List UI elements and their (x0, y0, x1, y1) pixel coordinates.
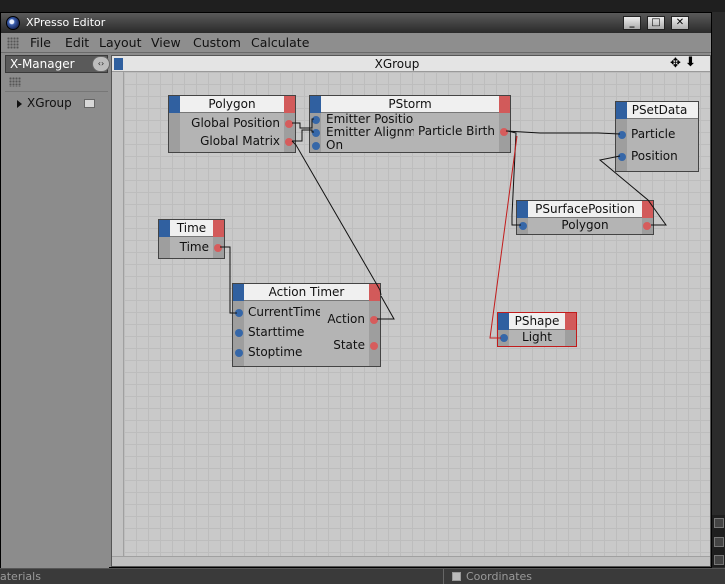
node-input-tab[interactable] (310, 96, 321, 113)
node-input-tab[interactable] (159, 220, 170, 237)
cinema4d-app-icon (6, 16, 20, 30)
panel-nav-icon[interactable]: ‹› (92, 56, 110, 72)
node-title: PShape (514, 314, 560, 328)
x-manager-tree: XGroup (5, 91, 108, 567)
title-bar[interactable]: XPresso Editor _ □ ✕ (1, 13, 711, 33)
port-starttime: Starttime (248, 325, 305, 339)
output-port-dot[interactable] (370, 316, 378, 324)
port-action: Action (327, 312, 365, 326)
arrow-down-icon[interactable]: ⬇ (685, 56, 696, 70)
background-panels: aterials Coordinates (0, 568, 725, 584)
port-position: Position (631, 149, 678, 163)
grip-icon[interactable] (9, 77, 21, 87)
port-emitter-position: Emitter Position (326, 112, 414, 126)
menu-layout[interactable]: Layout (99, 35, 142, 50)
input-port-dot[interactable] (312, 142, 320, 150)
output-port-dot[interactable] (214, 244, 222, 252)
menu-view[interactable]: View (151, 35, 181, 50)
background-scrollbar-fragment (712, 515, 725, 567)
input-port-dot[interactable] (519, 222, 527, 230)
port-particle: Particle (631, 127, 676, 141)
node-title: Action Timer (268, 285, 345, 299)
grip-icon[interactable] (7, 37, 19, 49)
node-input-tab[interactable] (517, 201, 528, 218)
node-output-tab[interactable] (499, 96, 510, 113)
group-icon (84, 99, 95, 108)
node-output-tab[interactable] (369, 284, 380, 301)
window-title: XPresso Editor (26, 16, 106, 29)
node-output-tab[interactable] (565, 313, 576, 330)
port-light: Light (522, 330, 552, 344)
port-on: On (326, 138, 344, 152)
node-psurfaceposition[interactable]: PSurfacePosition Polygon (516, 200, 654, 235)
port-polygon: Polygon (561, 218, 609, 232)
output-port-dot[interactable] (285, 138, 293, 146)
input-port-dot[interactable] (312, 116, 320, 124)
port-current-time: CurrentTime (248, 305, 320, 319)
input-port-dot[interactable] (500, 334, 508, 342)
output-port-dot[interactable] (643, 222, 651, 230)
node-psetdata[interactable]: PSetData Particle Position (615, 101, 699, 172)
close-button[interactable]: ✕ (671, 16, 689, 30)
editor-header: XGroup ✥ ⬇ (112, 56, 710, 72)
minimize-button[interactable]: _ (623, 16, 641, 30)
menu-bar: File Edit Layout View Custom Calculate (1, 33, 711, 53)
editor-left-strip (112, 72, 124, 566)
editor-title: XGroup (374, 57, 420, 71)
move-icon[interactable]: ✥ (670, 57, 681, 70)
port-particle-birth: Particle Birth (418, 124, 495, 138)
node-time[interactable]: Time Time (158, 219, 225, 259)
node-action-timer[interactable]: Action Timer CurrentTime Starttime Stopt… (232, 283, 381, 367)
node-title: Time (176, 221, 207, 235)
tree-item-xgroup[interactable]: XGroup (5, 96, 108, 112)
input-port-dot[interactable] (312, 129, 320, 137)
node-title: Polygon (208, 97, 256, 111)
port-global-matrix: Global Matrix (200, 134, 280, 148)
node-output-tab[interactable] (213, 220, 224, 237)
coordinates-label[interactable]: Coordinates (452, 570, 532, 583)
x-manager-panel: X-Manager ‹› XGroup (1, 53, 110, 569)
port-emitter-alignment: Emitter Alignme (326, 125, 414, 139)
node-title: PSurfacePosition (535, 202, 635, 216)
node-pshape[interactable]: PShape Light (497, 312, 577, 347)
x-manager-title: X-Manager (10, 57, 75, 71)
port-stoptime: Stoptime (248, 345, 303, 359)
input-port-dot[interactable] (618, 131, 626, 139)
node-output-tab[interactable] (642, 201, 653, 218)
node-output-tab[interactable] (284, 96, 295, 113)
materials-label: aterials (0, 570, 41, 583)
menu-calculate[interactable]: Calculate (251, 35, 309, 50)
menu-custom[interactable]: Custom (193, 35, 241, 50)
expand-triangle-icon[interactable] (17, 100, 22, 108)
input-port-dot[interactable] (235, 349, 243, 357)
node-title: PSetData (631, 103, 688, 117)
x-manager-header: X-Manager ‹› (5, 55, 110, 73)
input-port-dot[interactable] (618, 153, 626, 161)
node-polygon[interactable]: Polygon Global Position Global Matrix (168, 95, 296, 153)
node-title: PStorm (388, 97, 432, 111)
output-port-dot[interactable] (285, 120, 293, 128)
port-global-position: Global Position (191, 116, 280, 130)
input-port-dot[interactable] (235, 309, 243, 317)
menu-file[interactable]: File (30, 35, 51, 50)
checkbox-icon[interactable] (452, 572, 461, 581)
output-port-dot[interactable] (370, 342, 378, 350)
port-state: State (333, 338, 365, 352)
input-port-dot[interactable] (235, 329, 243, 337)
output-port-dot[interactable] (500, 128, 508, 136)
node-input-tab[interactable] (169, 96, 180, 113)
editor-bottom-bar (112, 556, 710, 566)
node-pstorm[interactable]: PStorm Emitter Position Emitter Alignme … (309, 95, 511, 153)
node-input-tab[interactable] (498, 313, 509, 330)
menu-edit[interactable]: Edit (65, 35, 89, 50)
node-input-tab[interactable] (616, 102, 627, 119)
node-input-tab[interactable] (233, 284, 244, 301)
tree-item-label: XGroup (27, 96, 72, 110)
port-time: Time (179, 240, 209, 254)
background-desktop-strip (0, 0, 725, 12)
maximize-button[interactable]: □ (647, 16, 665, 30)
